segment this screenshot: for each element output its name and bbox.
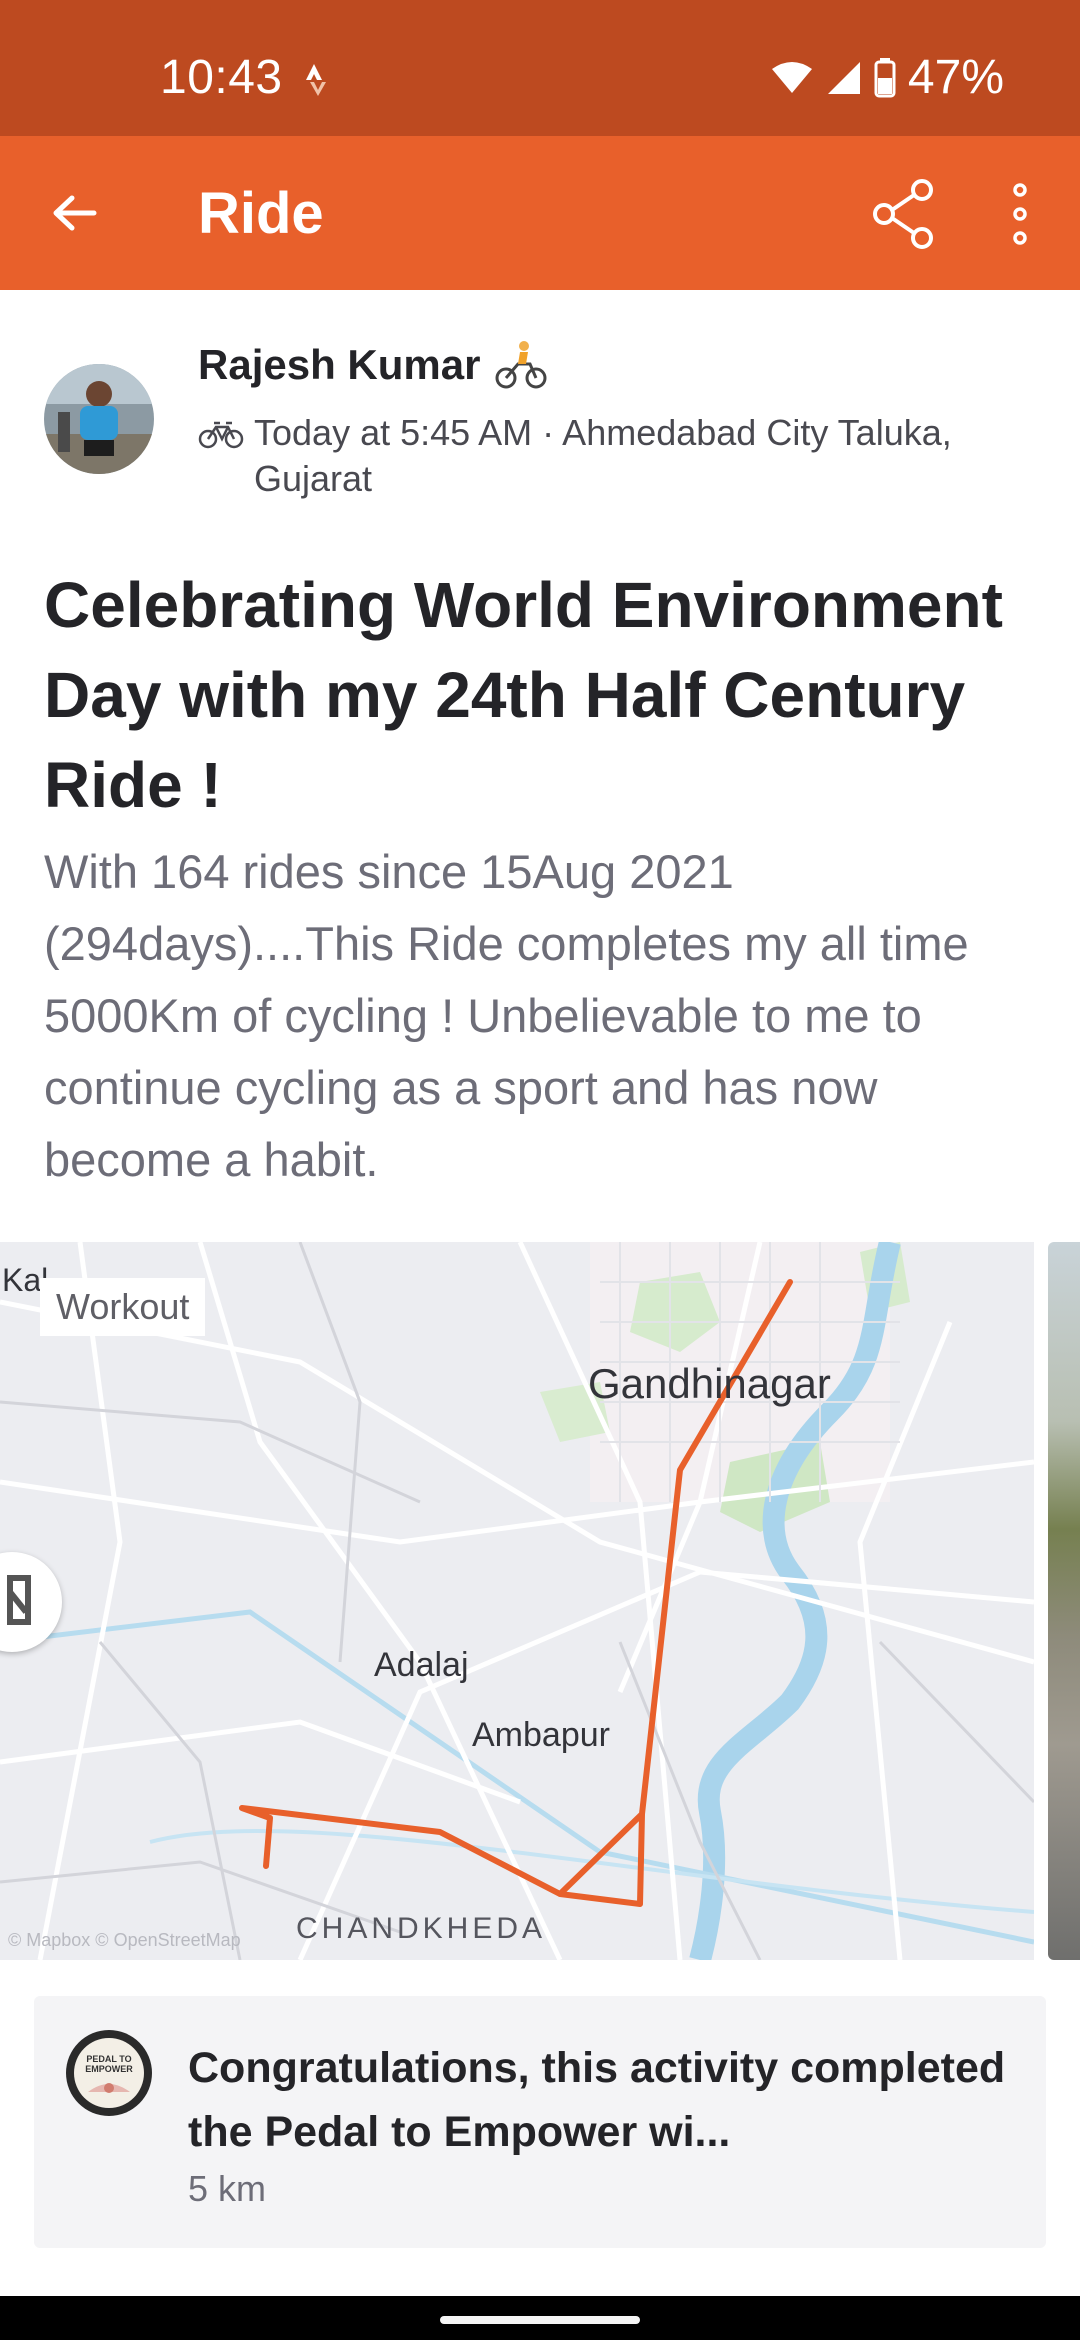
cyclist-emoji-icon [495, 341, 547, 389]
pedal-badge-art [88, 2083, 130, 2093]
share-icon[interactable] [866, 176, 942, 252]
map-canvas [0, 1242, 1034, 1960]
battery-icon [874, 57, 896, 97]
bike-icon [198, 421, 244, 449]
route-map[interactable]: Kal Workout Gandhinagar Adalaj Ambapur C… [0, 1242, 1034, 1960]
activity-photo-thumbnail[interactable] [1048, 1242, 1080, 1960]
challenge-distance: 5 km [188, 2168, 267, 2209]
page-title: Ride [198, 181, 324, 246]
activity-meta: Today at 5:45 AM · Ahmedabad City Taluka… [198, 410, 1038, 502]
more-options-icon[interactable] [996, 176, 1044, 252]
system-nav-bar [0, 2296, 1080, 2340]
map-label-gandhinagar: Gandhinagar [588, 1360, 831, 1407]
map-label-chandkheda: CHANDKHEDA [296, 1912, 547, 1945]
athlete-name[interactable]: Rajesh Kumar [198, 341, 480, 389]
challenge-text: Congratulations, this activity completed… [188, 2044, 1006, 2156]
map-credit[interactable]: © Mapbox © OpenStreetMap [8, 1930, 241, 1951]
activity-title: Celebrating World Environment Day with m… [44, 569, 1003, 821]
map-label-ambapur: Ambapur [472, 1716, 610, 1754]
challenge-card[interactable]: PEDAL TO EMPOWER Congratulations, this a… [34, 1996, 1046, 2248]
home-gesture-pill[interactable] [440, 2316, 640, 2324]
status-bar: 10:43 47% [0, 0, 1080, 136]
status-indicators: 47% [770, 50, 1004, 105]
app-bar: Ride [0, 136, 1080, 290]
athlete-avatar[interactable] [44, 364, 154, 474]
signal-icon [827, 61, 860, 94]
map-side-button[interactable] [0, 1552, 62, 1652]
activity-date-location: Today at 5:45 AM · Ahmedabad City Taluka… [254, 412, 952, 453]
activity-location-state: Gujarat [254, 458, 373, 499]
activity-description: With 164 rides since 15Aug 2021 (294days… [44, 845, 969, 1186]
wifi-icon [771, 61, 812, 93]
map-label-adalaj: Adalaj [374, 1646, 469, 1684]
status-time: 10:43 [160, 51, 283, 104]
strava-notification-icon [306, 64, 326, 96]
workout-tag: Workout [40, 1278, 206, 1336]
battery-percent: 47% [907, 51, 1004, 104]
back-arrow-icon[interactable] [44, 182, 106, 244]
strava-route-icon [7, 1575, 31, 1625]
athlete-name-row[interactable]: Rajesh Kumar [198, 340, 548, 390]
challenge-badge: PEDAL TO EMPOWER [66, 2030, 152, 2116]
